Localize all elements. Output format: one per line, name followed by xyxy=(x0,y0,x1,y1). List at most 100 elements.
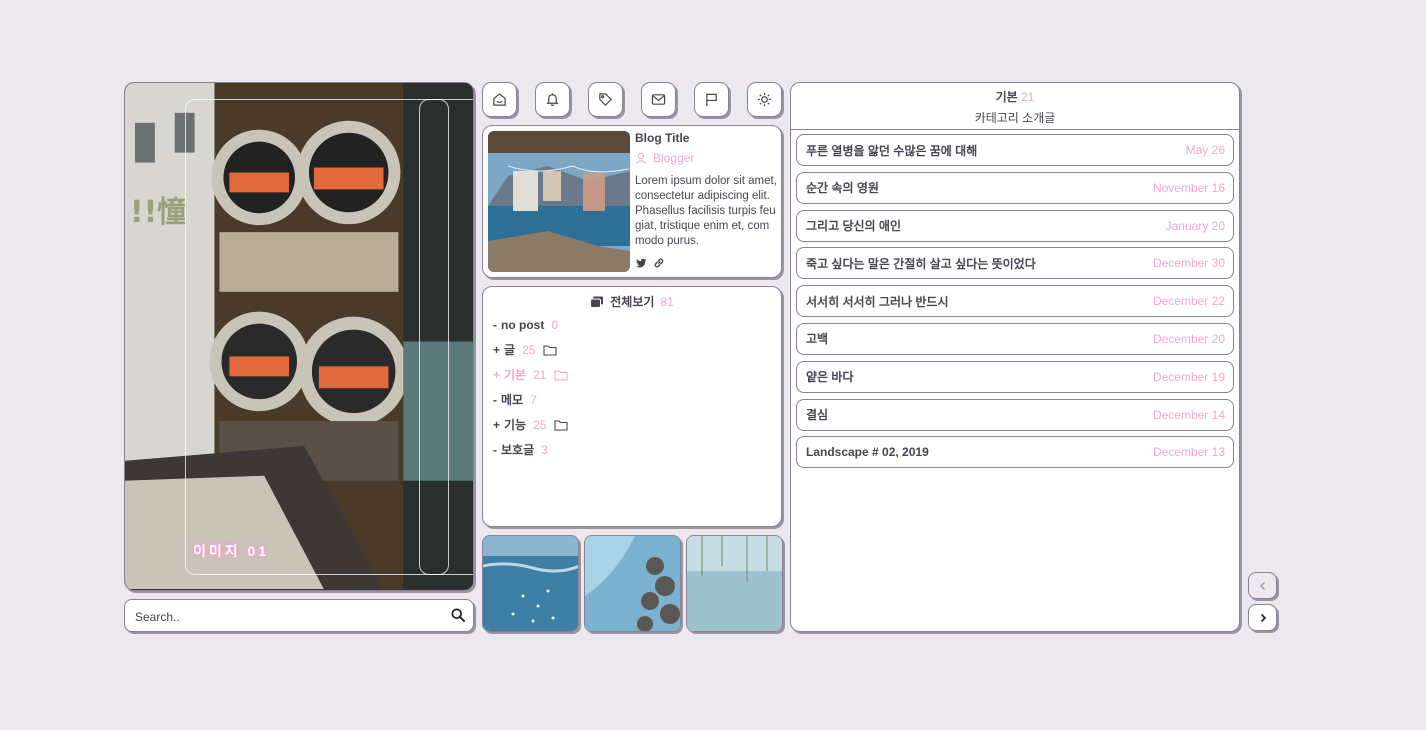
post-title: 고백 xyxy=(806,332,829,347)
thumbnail-3[interactable] xyxy=(686,535,783,632)
category-item-toggle[interactable]: + xyxy=(493,367,500,383)
blog-description: Lorem ipsum dolor sit amet, consectetur … xyxy=(635,175,777,247)
sun-icon xyxy=(757,92,772,107)
post-title: 서서히 서서히 그러나 반드시 xyxy=(806,294,949,309)
category-item[interactable]: + 기본 21 xyxy=(493,362,569,387)
image-frame-next xyxy=(419,99,473,575)
post-list: 푸른 열병을 앓던 수많은 꿈에 대해 May 26 순간 속의 영원 Novembe… xyxy=(796,134,1234,474)
category-item-label: 메모 xyxy=(501,392,524,407)
next-page-button[interactable] xyxy=(1248,604,1277,631)
flag-button[interactable] xyxy=(694,82,729,117)
notification-button[interactable] xyxy=(535,82,570,117)
stack-icon xyxy=(590,296,604,308)
post-date: May 26 xyxy=(1185,143,1225,157)
bell-icon xyxy=(546,93,559,106)
post-item[interactable]: 그리고 당신의 애인 January 20 xyxy=(796,209,1234,242)
svg-text:!!憧: !!憧 xyxy=(130,195,187,230)
hero-image[interactable]: !!憧 이미지 01 xyxy=(124,82,474,591)
category-item-label: 글 xyxy=(504,342,516,357)
post-item[interactable]: 고백 December 20 xyxy=(796,322,1234,355)
category-item-toggle[interactable]: - xyxy=(493,392,497,408)
prev-page-button[interactable] xyxy=(1248,572,1277,599)
post-item[interactable]: 결심 December 14 xyxy=(796,398,1234,431)
search-input[interactable] xyxy=(133,600,437,631)
twitter-icon[interactable] xyxy=(635,257,647,269)
category-item-count: 25 xyxy=(522,342,536,357)
category-item[interactable]: + 기능 25 xyxy=(493,412,569,437)
category-item-count: 3 xyxy=(541,442,548,457)
folder-icon xyxy=(543,344,557,356)
category-description: 카테고리 소개글 xyxy=(974,111,1056,125)
category-all-count: 81 xyxy=(660,294,674,309)
post-date: December 30 xyxy=(1152,256,1225,271)
folder-icon xyxy=(554,419,569,431)
post-date: December 19 xyxy=(1152,369,1225,384)
image-frame-primary xyxy=(185,99,449,575)
blog-title: Blog Title xyxy=(635,131,690,145)
tag-button[interactable] xyxy=(588,82,623,117)
category-item-toggle[interactable]: - xyxy=(493,317,497,333)
chevron-left-icon xyxy=(1259,581,1265,590)
post-list-panel: 기본 21 카테고리 소개글 푸른 열병을 앓던 수많은 꿈에 대해 May 26… xyxy=(790,82,1240,632)
category-header[interactable]: 전체보기 81 xyxy=(483,293,781,310)
post-item[interactable]: 푸른 열병을 앓던 수많은 꿈에 대해 May 26 xyxy=(796,134,1234,166)
category-item-label: 기능 xyxy=(504,417,527,432)
post-date: December 22 xyxy=(1152,294,1225,309)
category-item-count: 0 xyxy=(551,317,559,332)
mail-button[interactable] xyxy=(641,82,676,117)
post-date: November 16 xyxy=(1152,180,1225,195)
post-date: January 20 xyxy=(1165,218,1225,233)
mail-icon xyxy=(651,94,666,105)
post-item[interactable]: 순간 속의 영원 November 16 xyxy=(796,171,1234,204)
post-title: Landscape # 02, 2019 xyxy=(806,445,929,460)
current-category-name: 기본 xyxy=(995,90,1018,104)
category-item[interactable]: - 보호글 3 xyxy=(493,437,568,462)
user-icon xyxy=(636,152,646,164)
thumbnail-2[interactable] xyxy=(584,535,681,632)
category-item-count: 25 xyxy=(533,417,547,432)
home-icon xyxy=(493,93,506,106)
category-item-count: 21 xyxy=(533,367,547,382)
post-title: 순간 속의 영원 xyxy=(806,181,879,196)
category-item-toggle[interactable]: - xyxy=(493,442,497,458)
folder-icon xyxy=(554,369,569,381)
social-links xyxy=(635,257,665,269)
search-box xyxy=(124,599,474,632)
category-item-count: 7 xyxy=(530,392,537,407)
category-item-label: 보호글 xyxy=(501,442,535,457)
sea-photo-3 xyxy=(687,536,782,631)
post-title: 푸른 열병을 앓던 수많은 꿈에 대해 xyxy=(806,143,978,158)
category-item[interactable]: + 글 25 xyxy=(493,337,568,362)
category-item[interactable]: - no post 0 xyxy=(493,312,568,337)
post-item[interactable]: Landscape # 02, 2019 December 13 xyxy=(796,436,1234,469)
thumbnail-1[interactable] xyxy=(482,535,579,632)
chevron-right-icon xyxy=(1260,613,1266,622)
profile-photo xyxy=(488,131,630,272)
search-icon[interactable] xyxy=(451,608,465,622)
post-item[interactable]: 얕은 바다 December 19 xyxy=(796,360,1234,393)
home-button[interactable] xyxy=(482,82,517,117)
post-date: December 14 xyxy=(1152,407,1225,422)
post-item[interactable]: 죽고 싶다는 말은 간절히 살고 싶다는 뜻이었다 December 30 xyxy=(796,247,1234,280)
category-item[interactable]: - 메모 7 xyxy=(493,387,568,412)
blogger-link[interactable]: Blogger xyxy=(635,151,694,165)
post-item[interactable]: 서서히 서서히 그러나 반드시 December 22 xyxy=(796,285,1234,318)
flag-icon xyxy=(706,93,717,107)
category-item-toggle[interactable]: + xyxy=(493,417,500,433)
theme-toggle-button[interactable] xyxy=(747,82,782,117)
category-panel: 전체보기 81 - no post 0 + 글 25 + 기본 21- 메모 7 + 기능 25- 보호글 3 xyxy=(482,286,782,527)
blogger-name: Blogger xyxy=(653,151,695,165)
profile-card: Blog Title Blogger Lorem ipsum dolor sit… xyxy=(482,125,782,278)
post-list-header: 기본 21 카테고리 소개글 xyxy=(791,83,1239,130)
post-title: 그리고 당신의 애인 xyxy=(806,219,901,234)
link-icon[interactable] xyxy=(653,257,665,269)
sea-photo-1 xyxy=(483,536,578,631)
post-title: 죽고 싶다는 말은 간절히 살고 싶다는 뜻이었다 xyxy=(806,256,1036,271)
category-item-toggle[interactable]: + xyxy=(493,342,500,358)
category-all-label: 전체보기 xyxy=(610,295,655,309)
category-item-label: no post xyxy=(501,317,545,332)
category-list: - no post 0 + 글 25 + 기본 21- 메모 7 + 기능 25- 보호글 3 xyxy=(493,312,569,462)
current-category-count: 21 xyxy=(1021,90,1035,104)
tag-icon xyxy=(599,93,612,106)
sea-photo-2 xyxy=(585,536,680,631)
